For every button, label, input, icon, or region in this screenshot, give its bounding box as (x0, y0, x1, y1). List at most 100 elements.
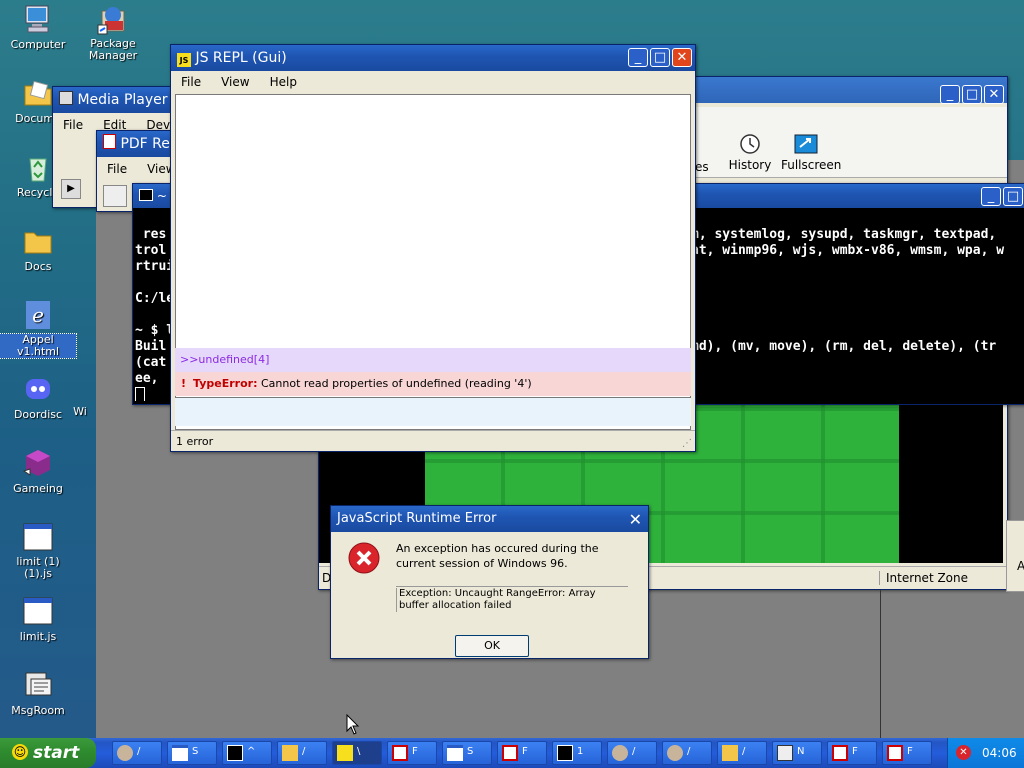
taskbar-item-label: \ (357, 746, 361, 757)
history-label: History (728, 158, 772, 172)
desktop-icon-appel-html[interactable]: e Appel v1.html (0, 299, 77, 359)
computer-icon (25, 5, 49, 33)
maximize-button[interactable]: □ (962, 85, 982, 104)
play-button[interactable]: ▶ (61, 179, 81, 199)
terminal-line: ee, (135, 371, 159, 386)
recycle-bin-icon (29, 158, 47, 182)
fullscreen-label: Fullscreen (781, 158, 842, 172)
start-button[interactable]: ☺ start (0, 738, 96, 768)
menu-view[interactable]: View (211, 72, 259, 92)
desktop-icon-limit-js[interactable]: limit.js (0, 595, 76, 643)
menu-file[interactable]: File (53, 115, 93, 135)
js-repl-title: JS REPL (Gui) (195, 50, 287, 66)
taskbar-item[interactable]: 1 (552, 741, 602, 765)
app-icon (667, 745, 683, 761)
taskbar-item-label: / (302, 746, 306, 757)
js-repl-menubar: File View Help (171, 72, 695, 92)
repl-input-line[interactable] (175, 397, 691, 426)
close-button[interactable]: ✕ (984, 85, 1004, 104)
desktop-icon-wi[interactable]: Wi (60, 405, 100, 418)
taskbar-item[interactable]: N (772, 741, 822, 765)
pdf-icon (103, 134, 116, 149)
desktop-icon-msgroom[interactable]: MsgRoom (0, 669, 76, 717)
taskbar-item[interactable]: / (112, 741, 162, 765)
taskbar-item[interactable]: S (167, 741, 217, 765)
js-repl-window[interactable]: JS JS REPL (Gui) _ □ ✕ File View Help >>… (170, 44, 696, 452)
desktop-icon-gameing[interactable]: Gameing (0, 447, 76, 495)
error-message: Cannot read properties of undefined (rea… (260, 377, 532, 390)
msgroom-icon (777, 745, 793, 761)
background-panel (880, 590, 1024, 738)
terminal-line: Buil (135, 339, 167, 354)
sidebar-toggle-button[interactable] (103, 185, 127, 207)
taskbar-item-label: F (852, 746, 858, 757)
error-type: TypeError: (193, 377, 258, 390)
taskbar-item[interactable]: F (882, 741, 932, 765)
menu-file[interactable]: File (97, 159, 137, 179)
taskbar-item[interactable]: / (277, 741, 327, 765)
taskbar-item[interactable]: F (497, 741, 547, 765)
close-icon[interactable]: ✕ (629, 510, 642, 529)
desktop-icon-package-manager[interactable]: Package Manager (75, 3, 151, 62)
desktop-icon-limit-1-1-js[interactable]: limit (1) (1).js (0, 521, 76, 580)
ok-button[interactable]: OK (455, 635, 529, 657)
js-repl-titlebar[interactable]: JS JS REPL (Gui) (171, 45, 695, 71)
repl-statusbar: 1 error ⋰ (171, 430, 695, 451)
fullscreen-button[interactable]: Fullscreen (781, 133, 842, 172)
taskbar-item[interactable]: ^ (222, 741, 272, 765)
dialog-title: JavaScript Runtime Error (337, 511, 497, 526)
terminal-output-right[interactable]: m, systemlog, sysupd, taskmgr, textpad, a… (691, 211, 1024, 401)
terminal-line: res (135, 227, 167, 242)
taskbar-item-label: / (687, 746, 691, 757)
minimize-button[interactable]: _ (940, 85, 960, 104)
desktop-icon-label: Docs (24, 260, 52, 273)
dialog-titlebar[interactable]: JavaScript Runtime Error (331, 506, 648, 532)
taskbar-item[interactable]: / (662, 741, 712, 765)
desktop-icon-computer[interactable]: Computer (0, 3, 76, 51)
desktop-icon-label: Computer (10, 38, 66, 51)
minimize-button[interactable]: _ (981, 187, 1001, 206)
runtime-error-dialog[interactable]: JavaScript Runtime Error ✕ An exception … (330, 505, 649, 659)
folder-icon (722, 745, 738, 761)
taskbar-item[interactable]: / (717, 741, 767, 765)
app-icon (117, 745, 133, 761)
menu-file[interactable]: File (171, 72, 211, 92)
mouse-cursor-icon (346, 714, 360, 735)
desktop-icon-label: MsgRoom (11, 704, 65, 717)
window-icon (447, 745, 463, 761)
history-button[interactable]: History (725, 133, 775, 172)
taskbar-item[interactable]: / (607, 741, 657, 765)
toolbar-label-es[interactable]: es (695, 160, 709, 174)
resize-grip-icon[interactable]: ⋰ (682, 438, 692, 449)
menu-help[interactable]: Help (260, 72, 307, 92)
background-window-edge[interactable]: A (1006, 520, 1024, 592)
taskbar-item[interactable]: F (827, 741, 877, 765)
terminal-line: ~ $ l (135, 323, 175, 338)
taskbar-item-label: F (412, 746, 418, 757)
terminal-icon (227, 745, 243, 761)
fullscreen-icon (794, 134, 818, 154)
window-file-icon (23, 523, 53, 551)
maximize-button[interactable]: □ (1003, 187, 1023, 206)
terminal-output-left[interactable]: res trol rtrui C:/le ~ $ l Buil (cat ee, (135, 211, 175, 401)
terminal-line: trol (135, 243, 167, 258)
desktop-icon-docs[interactable]: Docs (0, 225, 76, 273)
taskbar-item-label: S (192, 746, 199, 757)
close-button[interactable]: ✕ (672, 48, 692, 67)
terminal-line: C:/le (135, 291, 175, 306)
maximize-button[interactable]: □ (650, 48, 670, 67)
taskbar-item[interactable]: S (442, 741, 492, 765)
desktop-icon-label: limit.js (19, 630, 57, 643)
minimize-button[interactable]: _ (628, 48, 648, 67)
package-manager-icon (97, 7, 125, 35)
media-player-icon (59, 91, 73, 105)
exception-detail: Exception: Uncaught RangeError: Array bu… (396, 588, 624, 612)
app-icon (612, 745, 628, 761)
clock[interactable]: 04:06 (982, 746, 1017, 760)
taskbar-item-label: ^ (247, 746, 256, 757)
taskbar: ☺ start / S ^ / \ F S F 1 / / / N F F ✕ … (0, 738, 1024, 768)
taskbar-item[interactable]: F (387, 741, 437, 765)
error-tray-icon[interactable]: ✕ (956, 745, 971, 760)
taskbar-item-js-repl[interactable]: \ (332, 741, 382, 765)
